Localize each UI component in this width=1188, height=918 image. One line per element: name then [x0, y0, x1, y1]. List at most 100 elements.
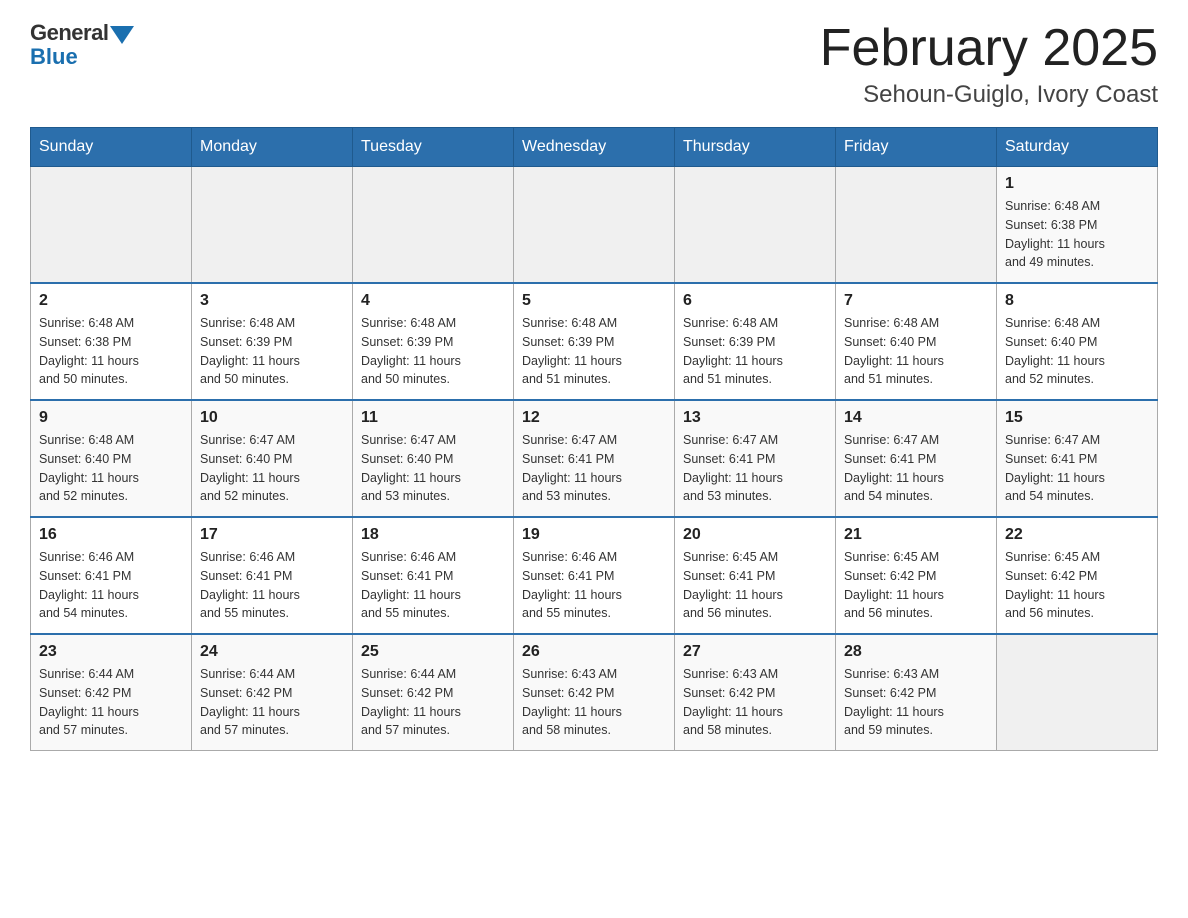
header-day-thursday: Thursday	[675, 128, 836, 167]
day-number: 21	[844, 526, 988, 544]
calendar-cell: 23 Sunrise: 6:44 AM Sunset: 6:42 PM Dayli…	[31, 634, 192, 751]
day-info: Sunrise: 6:45 AM Sunset: 6:42 PM Dayligh…	[844, 548, 988, 623]
day-info: Sunrise: 6:48 AM Sunset: 6:40 PM Dayligh…	[844, 314, 988, 389]
calendar-cell	[192, 167, 353, 284]
day-number: 8	[1005, 292, 1149, 310]
day-number: 3	[200, 292, 344, 310]
calendar-title: February 2025	[820, 20, 1158, 77]
calendar-cell: 18 Sunrise: 6:46 AM Sunset: 6:41 PM Dayli…	[353, 517, 514, 634]
day-info: Sunrise: 6:48 AM Sunset: 6:39 PM Dayligh…	[683, 314, 827, 389]
day-info: Sunrise: 6:45 AM Sunset: 6:42 PM Dayligh…	[1005, 548, 1149, 623]
calendar-cell	[997, 634, 1158, 751]
day-number: 18	[361, 526, 505, 544]
day-number: 13	[683, 409, 827, 427]
calendar-cell: 19 Sunrise: 6:46 AM Sunset: 6:41 PM Dayli…	[514, 517, 675, 634]
header-day-friday: Friday	[836, 128, 997, 167]
day-info: Sunrise: 6:44 AM Sunset: 6:42 PM Dayligh…	[39, 665, 183, 740]
calendar-week-row: 16 Sunrise: 6:46 AM Sunset: 6:41 PM Dayli…	[31, 517, 1158, 634]
title-block: February 2025 Sehoun-Guiglo, Ivory Coast	[820, 20, 1158, 109]
calendar-cell: 5 Sunrise: 6:48 AM Sunset: 6:39 PM Daylig…	[514, 283, 675, 400]
day-info: Sunrise: 6:48 AM Sunset: 6:40 PM Dayligh…	[1005, 314, 1149, 389]
calendar-cell: 7 Sunrise: 6:48 AM Sunset: 6:40 PM Daylig…	[836, 283, 997, 400]
calendar-cell: 14 Sunrise: 6:47 AM Sunset: 6:41 PM Dayli…	[836, 400, 997, 517]
calendar-cell: 3Sunrise: 6:48 AM Sunset: 6:39 PM Daylig…	[192, 283, 353, 400]
day-info: Sunrise: 6:48 AM Sunset: 6:39 PM Dayligh…	[361, 314, 505, 389]
day-number: 24	[200, 643, 344, 661]
day-info: Sunrise: 6:44 AM Sunset: 6:42 PM Dayligh…	[200, 665, 344, 740]
calendar-cell: 6 Sunrise: 6:48 AM Sunset: 6:39 PM Daylig…	[675, 283, 836, 400]
calendar-cell: 20 Sunrise: 6:45 AM Sunset: 6:41 PM Dayli…	[675, 517, 836, 634]
calendar-cell: 27 Sunrise: 6:43 AM Sunset: 6:42 PM Dayli…	[675, 634, 836, 751]
calendar-cell: 13 Sunrise: 6:47 AM Sunset: 6:41 PM Dayli…	[675, 400, 836, 517]
calendar-cell	[675, 167, 836, 284]
calendar-cell: 21 Sunrise: 6:45 AM Sunset: 6:42 PM Dayli…	[836, 517, 997, 634]
calendar-cell: 9Sunrise: 6:48 AM Sunset: 6:40 PM Daylig…	[31, 400, 192, 517]
day-number: 15	[1005, 409, 1149, 427]
day-info: Sunrise: 6:48 AM Sunset: 6:40 PM Dayligh…	[39, 431, 183, 506]
day-info: Sunrise: 6:43 AM Sunset: 6:42 PM Dayligh…	[522, 665, 666, 740]
calendar-cell	[353, 167, 514, 284]
calendar-cell: 2Sunrise: 6:48 AM Sunset: 6:38 PM Daylig…	[31, 283, 192, 400]
calendar-cell: 4 Sunrise: 6:48 AM Sunset: 6:39 PM Daylig…	[353, 283, 514, 400]
header-day-tuesday: Tuesday	[353, 128, 514, 167]
header-day-wednesday: Wednesday	[514, 128, 675, 167]
day-number: 16	[39, 526, 183, 544]
calendar-cell: 15 Sunrise: 6:47 AM Sunset: 6:41 PM Dayli…	[997, 400, 1158, 517]
day-number: 5	[522, 292, 666, 310]
day-info: Sunrise: 6:46 AM Sunset: 6:41 PM Dayligh…	[200, 548, 344, 623]
day-info: Sunrise: 6:47 AM Sunset: 6:41 PM Dayligh…	[1005, 431, 1149, 506]
day-info: Sunrise: 6:47 AM Sunset: 6:41 PM Dayligh…	[844, 431, 988, 506]
calendar-cell: 10 Sunrise: 6:47 AM Sunset: 6:40 PM Dayli…	[192, 400, 353, 517]
calendar-cell: 26Sunrise: 6:43 AM Sunset: 6:42 PM Dayli…	[514, 634, 675, 751]
day-number: 20	[683, 526, 827, 544]
calendar-subtitle: Sehoun-Guiglo, Ivory Coast	[820, 81, 1158, 109]
calendar-week-row: 23 Sunrise: 6:44 AM Sunset: 6:42 PM Dayli…	[31, 634, 1158, 751]
day-info: Sunrise: 6:45 AM Sunset: 6:41 PM Dayligh…	[683, 548, 827, 623]
day-number: 27	[683, 643, 827, 661]
calendar-table: SundayMondayTuesdayWednesdayThursdayFrid…	[30, 127, 1158, 751]
logo-arrow-icon	[110, 26, 134, 44]
day-info: Sunrise: 6:48 AM Sunset: 6:38 PM Dayligh…	[1005, 197, 1149, 272]
day-number: 4	[361, 292, 505, 310]
day-number: 6	[683, 292, 827, 310]
page-header: General Blue February 2025 Sehoun-Guiglo…	[30, 20, 1158, 109]
day-number: 1	[1005, 175, 1149, 193]
calendar-cell: 25 Sunrise: 6:44 AM Sunset: 6:42 PM Dayli…	[353, 634, 514, 751]
calendar-week-row: 9Sunrise: 6:48 AM Sunset: 6:40 PM Daylig…	[31, 400, 1158, 517]
header-day-sunday: Sunday	[31, 128, 192, 167]
day-number: 22	[1005, 526, 1149, 544]
calendar-cell: 16 Sunrise: 6:46 AM Sunset: 6:41 PM Dayli…	[31, 517, 192, 634]
day-number: 11	[361, 409, 505, 427]
day-number: 19	[522, 526, 666, 544]
day-number: 10	[200, 409, 344, 427]
logo-blue-text: Blue	[30, 44, 78, 70]
logo: General Blue	[30, 20, 134, 70]
day-number: 14	[844, 409, 988, 427]
day-info: Sunrise: 6:48 AM Sunset: 6:39 PM Dayligh…	[522, 314, 666, 389]
day-number: 12	[522, 409, 666, 427]
day-info: Sunrise: 6:46 AM Sunset: 6:41 PM Dayligh…	[39, 548, 183, 623]
calendar-cell: 11Sunrise: 6:47 AM Sunset: 6:40 PM Dayli…	[353, 400, 514, 517]
day-info: Sunrise: 6:48 AM Sunset: 6:38 PM Dayligh…	[39, 314, 183, 389]
logo-general-text: General	[30, 20, 108, 46]
header-day-monday: Monday	[192, 128, 353, 167]
day-info: Sunrise: 6:46 AM Sunset: 6:41 PM Dayligh…	[361, 548, 505, 623]
calendar-cell	[836, 167, 997, 284]
day-info: Sunrise: 6:47 AM Sunset: 6:41 PM Dayligh…	[683, 431, 827, 506]
day-info: Sunrise: 6:43 AM Sunset: 6:42 PM Dayligh…	[683, 665, 827, 740]
day-info: Sunrise: 6:47 AM Sunset: 6:40 PM Dayligh…	[200, 431, 344, 506]
calendar-header-row: SundayMondayTuesdayWednesdayThursdayFrid…	[31, 128, 1158, 167]
calendar-week-row: 1 Sunrise: 6:48 AM Sunset: 6:38 PM Daylig…	[31, 167, 1158, 284]
calendar-cell	[31, 167, 192, 284]
day-number: 7	[844, 292, 988, 310]
header-day-saturday: Saturday	[997, 128, 1158, 167]
calendar-cell: 8 Sunrise: 6:48 AM Sunset: 6:40 PM Daylig…	[997, 283, 1158, 400]
day-number: 25	[361, 643, 505, 661]
calendar-week-row: 2Sunrise: 6:48 AM Sunset: 6:38 PM Daylig…	[31, 283, 1158, 400]
calendar-cell: 1 Sunrise: 6:48 AM Sunset: 6:38 PM Daylig…	[997, 167, 1158, 284]
day-number: 17	[200, 526, 344, 544]
day-info: Sunrise: 6:44 AM Sunset: 6:42 PM Dayligh…	[361, 665, 505, 740]
day-info: Sunrise: 6:46 AM Sunset: 6:41 PM Dayligh…	[522, 548, 666, 623]
day-number: 23	[39, 643, 183, 661]
calendar-cell: 12Sunrise: 6:47 AM Sunset: 6:41 PM Dayli…	[514, 400, 675, 517]
